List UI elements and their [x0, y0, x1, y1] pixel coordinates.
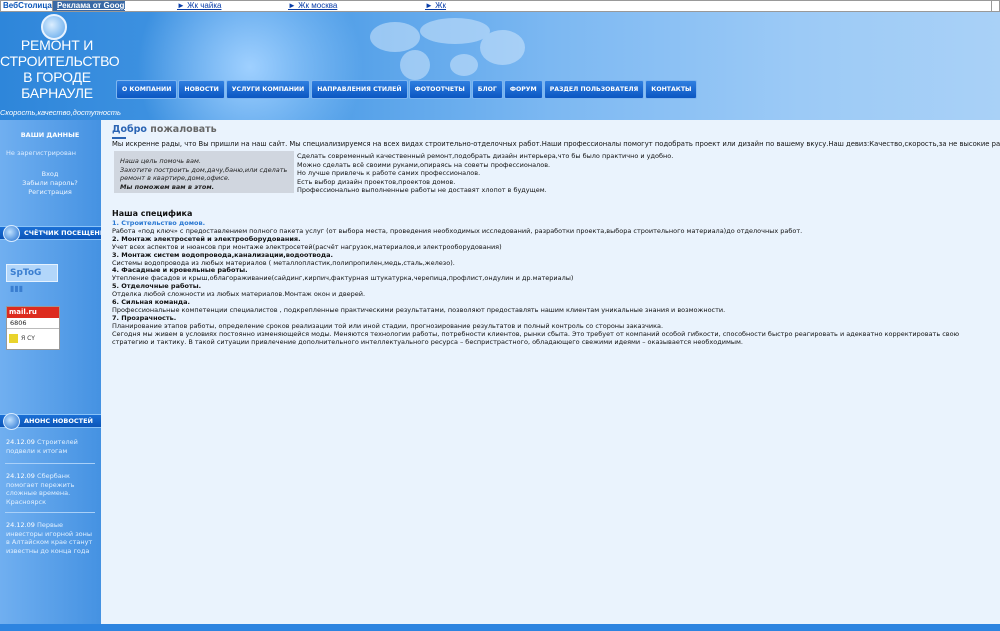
register-link[interactable]: Регистрация	[0, 188, 100, 196]
benefit-line: Сделать современный качественный ремонт,…	[297, 152, 674, 160]
user-data-title: ВАШИ ДАННЫЕ	[20, 131, 80, 139]
site-header: РЕМОНТ И СТРОИТЕЛЬСТВО В ГОРОДЕ БАРНАУЛЕ…	[0, 12, 1000, 120]
nav-services[interactable]: УСЛУГИ КОМПАНИИ	[225, 80, 311, 99]
quote-bold-line: Мы поможем вам в этом.	[120, 182, 215, 191]
quote-box: Наша цель помочь вам. Захотите построить…	[114, 151, 294, 193]
nav-contacts[interactable]: КОНТАКТЫ	[645, 80, 698, 99]
nav-news[interactable]: НОВОСТИ	[178, 80, 225, 99]
logo-title-line4: БАРНАУЛЕ	[21, 85, 93, 101]
counter-sptog-text: SpToG	[10, 268, 42, 278]
mailru-bottom-text: Я СY	[21, 334, 35, 342]
logo-title-line2: СТРОИТЕЛЬСТВО	[0, 53, 120, 69]
news-announce-title: АНОНС НОВОСТЕЙ	[0, 413, 101, 430]
benefit-line: Есть выбор дизайн проектов,проектов домо…	[297, 177, 456, 186]
world-map-graphic	[330, 16, 540, 86]
news-divider	[5, 512, 95, 513]
specifics-list: 1. Строительство домов. Работа «под ключ…	[112, 219, 992, 347]
news-date: 24.12.09	[6, 438, 35, 446]
left-sidebar: ВАШИ ДАННЫЕ Не зарегистрирован Вход Забы…	[0, 120, 111, 625]
main-content: Добро пожаловать Мы искренне рады, что В…	[101, 120, 1000, 625]
yandex-icon	[9, 333, 18, 343]
site-logo[interactable]: РЕМОНТ И СТРОИТЕЛЬСТВО В ГОРОДЕ БАРНАУЛЕ…	[0, 12, 121, 120]
benefit-line: Можно сделать всё своими руками,опираясь…	[297, 160, 551, 169]
nav-forum[interactable]: ФОРУМ	[503, 80, 543, 99]
ad-brand-link[interactable]: ВебСтолица.РУ	[1, 1, 53, 11]
news-date: 24.12.09	[6, 521, 35, 529]
quote-line: Наша цель помочь вам.	[120, 157, 201, 165]
nav-blog[interactable]: БЛОГ	[471, 80, 503, 99]
not-registered-text: Не зарегистрирован	[6, 149, 77, 157]
ad-link-moskva[interactable]: ► Жк москва	[288, 1, 337, 11]
ad-bar: ВебСтолица.РУ Реклама от Google ► Жк чай…	[0, 0, 1000, 12]
google-ads-link[interactable]: Реклама от Google	[53, 1, 131, 11]
footer-bar	[0, 624, 1000, 631]
globe-icon	[3, 225, 20, 242]
login-link[interactable]: Вход	[0, 170, 100, 178]
news-item[interactable]: 24.12.09 Первые инвесторы игорной зоны в…	[6, 521, 96, 555]
quote-line: ремонт в квартире,доме,офисе.	[120, 174, 230, 182]
ad-bar-end	[991, 1, 999, 11]
welcome-word1: Добро	[112, 124, 147, 135]
news-item[interactable]: 24.12.09 Строителей подвели к итогам	[6, 438, 96, 455]
news-item[interactable]: 24.12.09 Сбербанк помогает пережить слож…	[6, 472, 96, 506]
bar-chart-icon: ▮▮▮	[10, 284, 24, 293]
nav-user-section[interactable]: РАЗДЕЛ ПОЛЬЗОВАТЕЛЯ	[543, 80, 645, 99]
closing-paragraph: Сегодня мы живем в условиях постоянно из…	[112, 329, 960, 346]
mailru-count: 6806	[7, 318, 59, 329]
specifics-heading: Наша специфика	[112, 209, 193, 218]
logo-slogan: Скорость,качество,доступность	[0, 108, 121, 117]
mailru-logo: mail.ru	[7, 307, 59, 318]
spec-text: Профессиональные компетенции специалисто…	[112, 305, 726, 314]
spec-text: Отделка любой сложности из любых материа…	[112, 290, 366, 299]
ad-link-chaika[interactable]: ► Жк чайка	[177, 1, 221, 11]
globe-icon	[3, 413, 20, 430]
benefit-line: Профессионально выполненные работы не до…	[297, 186, 547, 195]
news-date: 24.12.09	[6, 472, 35, 480]
forgot-password-link[interactable]: Забыли пароль?	[0, 179, 100, 187]
welcome-word2: пожаловать	[150, 124, 217, 135]
logo-title-line1: РЕМОНТ И	[20, 37, 94, 53]
mailru-counter-badge[interactable]: mail.ru 6806 Я СY	[6, 306, 60, 350]
spec-text: Утепление фасадов и крыш,облагораживание…	[112, 274, 574, 283]
page-title: Добро пожаловать	[112, 124, 217, 135]
benefit-line: Но лучше привлечь к работе самих професс…	[297, 169, 481, 178]
nav-styles[interactable]: НАПРАВЛЕНИЯ СТИЛЕЙ	[311, 80, 408, 99]
main-nav: О КОМПАНИИ НОВОСТИ УСЛУГИ КОМПАНИИ НАПРА…	[116, 80, 698, 99]
title-underline	[112, 137, 126, 139]
intro-text: Мы искренне рады, что Вы пришли на наш с…	[112, 140, 1000, 148]
logo-title-line3: В ГОРОДЕ	[23, 69, 91, 85]
benefits-list: Сделать современный качественный ремонт,…	[297, 152, 673, 195]
news-divider	[5, 463, 95, 464]
quote-line: Захотите построить дом,дачу,баню,или сде…	[120, 165, 288, 174]
ad-link-zhk[interactable]: ► Жк	[425, 1, 446, 11]
visit-counter-title: СЧЁТЧИК ПОСЕЩЕНИЙ	[0, 225, 111, 242]
nav-photo-reports[interactable]: ФОТООТЧЕТЫ	[408, 80, 471, 99]
nav-about[interactable]: О КОМПАНИИ	[116, 80, 178, 99]
counter-sptog-badge[interactable]: SpToG ▮▮▮	[6, 264, 58, 293]
